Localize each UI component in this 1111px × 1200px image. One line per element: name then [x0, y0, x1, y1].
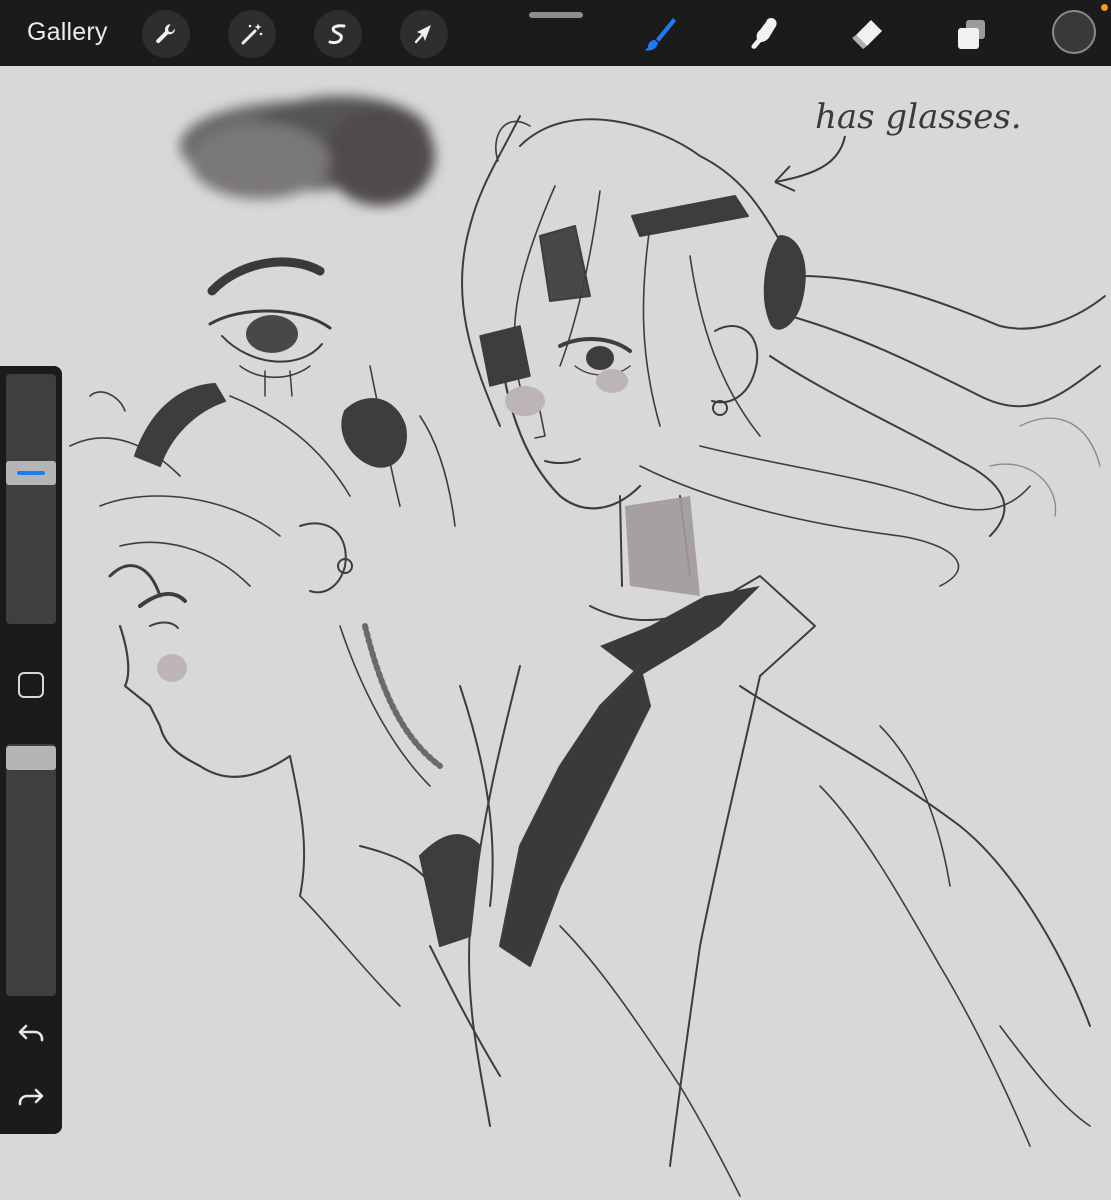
eraser-tool-button[interactable]	[843, 10, 891, 58]
size-thumb-accent	[17, 471, 45, 475]
transform-button[interactable]	[400, 10, 448, 58]
selection-button[interactable]	[314, 10, 362, 58]
actions-button[interactable]	[142, 10, 190, 58]
gallery-button[interactable]: Gallery	[27, 18, 108, 47]
annotation-text: has glasses.	[815, 97, 1022, 137]
layers-icon	[958, 20, 985, 49]
brush-size-slider[interactable]	[6, 374, 56, 624]
top-toolbar: Gallery	[0, 0, 1111, 66]
color-picker-swatch[interactable]	[1052, 10, 1096, 54]
status-dot	[1101, 4, 1108, 11]
undo-button[interactable]	[14, 1018, 48, 1048]
square-outline-icon	[18, 672, 44, 698]
brush-size-thumb[interactable]	[6, 461, 56, 485]
redo-arrow-icon	[18, 1088, 44, 1106]
magic-wand-icon	[241, 23, 263, 45]
brush-opacity-thumb[interactable]	[6, 746, 56, 770]
layers-button[interactable]	[947, 10, 995, 58]
brush-sidebar	[0, 366, 62, 1134]
top-grabber-handle[interactable]	[529, 12, 583, 18]
adjustments-button[interactable]	[228, 10, 276, 58]
sketch-artwork: has glasses.	[0, 66, 1111, 1200]
drawing-canvas[interactable]: has glasses.	[0, 66, 1111, 1200]
eraser-icon	[852, 20, 882, 49]
brush-icon	[644, 18, 676, 51]
modify-button[interactable]	[17, 671, 45, 699]
selection-s-icon	[328, 24, 346, 45]
brush-tool-button[interactable]	[636, 10, 684, 58]
wrench-icon	[156, 24, 176, 44]
smudge-tool-button[interactable]	[740, 10, 788, 58]
smudge-finger-icon	[751, 18, 777, 49]
brush-opacity-slider[interactable]	[6, 744, 56, 996]
undo-arrow-icon	[18, 1024, 44, 1042]
redo-button[interactable]	[14, 1082, 48, 1112]
arrow-cursor-icon	[414, 25, 431, 44]
